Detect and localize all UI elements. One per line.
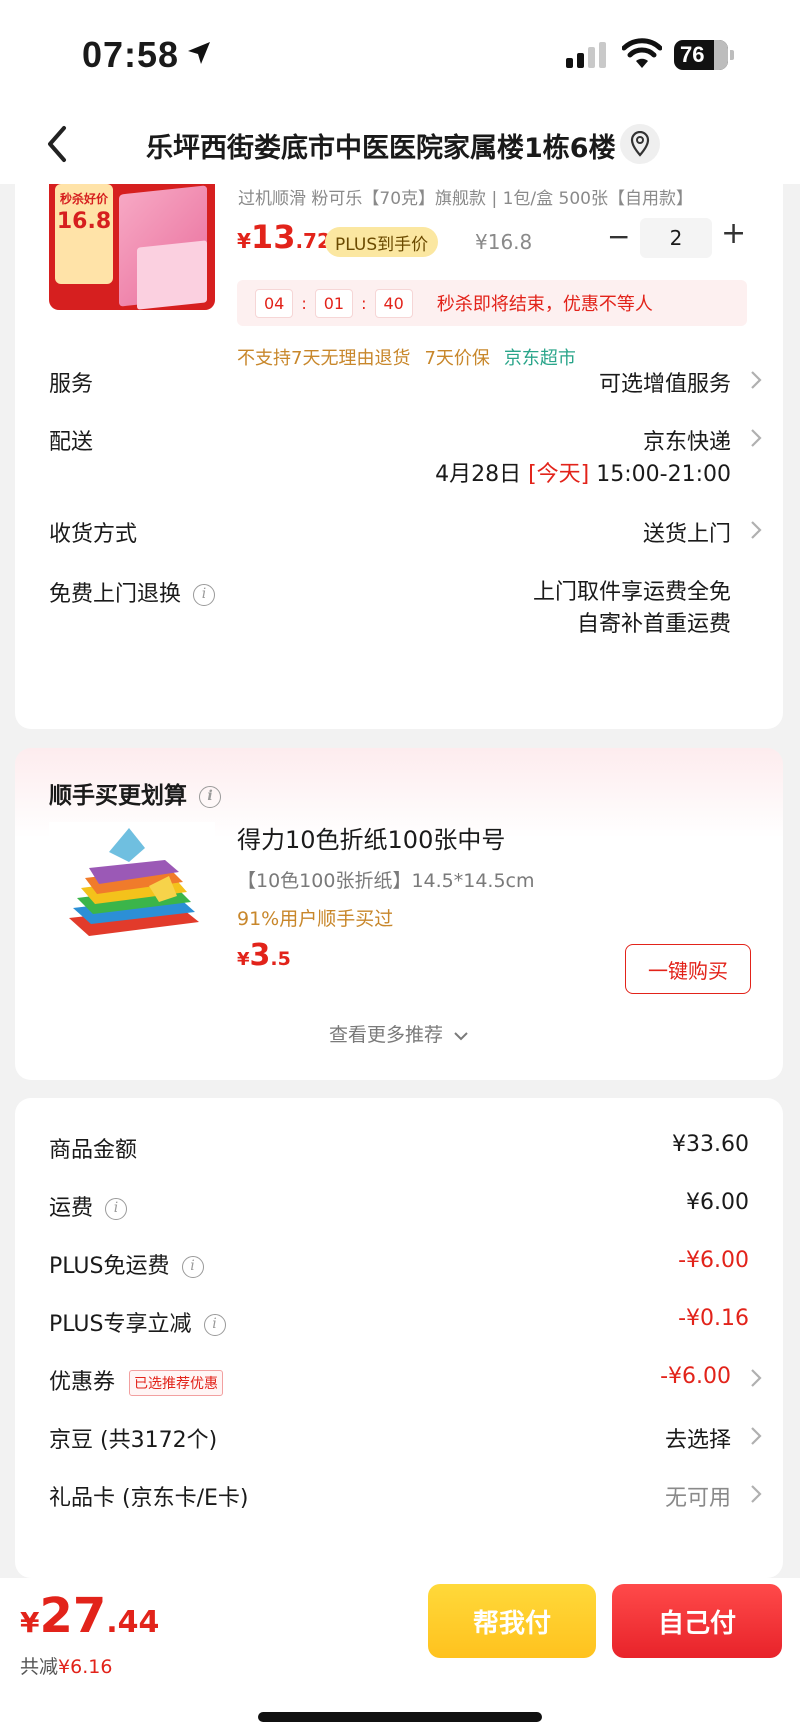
recommend-title: 顺手买更划算 i bbox=[49, 776, 221, 810]
nav-bar: 乐坪西街娄底市中医医院家属楼1栋6楼 bbox=[0, 104, 800, 184]
countdown-message: 秒杀即将结束，优惠不等人 bbox=[436, 294, 653, 315]
jingdou-label: 京豆 (共3172个) bbox=[49, 1428, 218, 1453]
info-icon[interactable]: i bbox=[203, 1314, 226, 1336]
promo-badge: 秒杀好价 16.8 bbox=[55, 184, 113, 284]
coupon-value[interactable]: -¥6.00 bbox=[660, 1364, 731, 1389]
info-icon[interactable]: i bbox=[199, 785, 221, 808]
price-summary-card: 商品金额 ¥33.60 运费 i ¥6.00 PLUS免运费 i -¥6.00 PL… bbox=[15, 1098, 783, 1578]
countdown-hours: 04 bbox=[255, 288, 294, 318]
checkout-bar: ¥27.44 共减¥6.16 帮我付 自己付 bbox=[0, 1578, 800, 1733]
info-icon[interactable]: i bbox=[105, 1198, 128, 1220]
coupon-label: 优惠券 已选推荐优惠 bbox=[49, 1364, 224, 1396]
recommend-product-image[interactable] bbox=[49, 822, 215, 962]
total-saved: 共减¥6.16 bbox=[20, 1656, 113, 1678]
info-icon[interactable]: i bbox=[193, 584, 216, 606]
recommend-card: 顺手买更划算 i 得力10色折纸100张中号 【10色100张折纸】14.5*14… bbox=[15, 748, 783, 1080]
chevron-down-icon bbox=[454, 1031, 468, 1040]
plus-free-shipping-value: -¥6.00 bbox=[678, 1248, 749, 1273]
product-spec: 过机顺滑 粉可乐【70克】旗舰款 | 1包/盒 500张【自用款】 bbox=[238, 189, 693, 209]
back-chevron-icon[interactable] bbox=[40, 122, 80, 166]
total-price: ¥27.44 bbox=[20, 1588, 160, 1644]
map-pin-icon[interactable] bbox=[620, 124, 660, 164]
home-indicator[interactable] bbox=[258, 1712, 542, 1722]
recommend-item-social: 91%用户顺手买过 bbox=[237, 908, 394, 930]
promo-badge-price: 16.8 bbox=[56, 209, 112, 234]
more-recommend-link[interactable]: 查看更多推荐 bbox=[15, 1020, 783, 1047]
chevron-right-icon[interactable] bbox=[749, 1425, 763, 1447]
shipping-label: 运费 i bbox=[49, 1190, 128, 1222]
friend-pay-button[interactable]: 帮我付 bbox=[428, 1584, 596, 1658]
gift-card-value[interactable]: 无可用 bbox=[665, 1480, 731, 1512]
coupon-recommended-tag: 已选推荐优惠 bbox=[129, 1370, 224, 1396]
product-image[interactable]: 秒杀好价 16.8 bbox=[49, 184, 215, 310]
store-tag: 京东超市 bbox=[503, 348, 576, 369]
free-return-label: 免费上门退换 i bbox=[49, 576, 216, 608]
delivery-value[interactable]: 京东快递 bbox=[643, 424, 731, 456]
quantity-input[interactable]: 2 bbox=[640, 218, 712, 258]
chevron-right-icon[interactable] bbox=[749, 1367, 763, 1389]
recommend-item-title[interactable]: 得力10色折纸100张中号 bbox=[237, 820, 505, 855]
status-bar: 07:58 76 bbox=[0, 0, 800, 104]
countdown-seconds: 40 bbox=[374, 288, 413, 318]
chevron-right-icon[interactable] bbox=[749, 369, 763, 391]
product-price: ¥13.72 bbox=[237, 218, 331, 256]
goods-amount-label: 商品金额 bbox=[49, 1138, 138, 1163]
cellular-signal-icon bbox=[566, 42, 606, 68]
plus-free-shipping-label: PLUS免运费 i bbox=[49, 1248, 204, 1280]
service-label: 服务 bbox=[49, 372, 94, 397]
order-item-card: 秒杀好价 16.8 过机顺滑 粉可乐【70克】旗舰款 | 1包/盒 500张【自… bbox=[15, 184, 783, 729]
promo-badge-title: 秒杀好价 bbox=[59, 192, 108, 206]
plus-price-tag: PLUS到手价 bbox=[325, 227, 439, 257]
price-protect-tag: 7天价保 bbox=[424, 348, 490, 369]
delivery-address-title[interactable]: 乐坪西街娄底市中医医院家属楼1栋6楼 bbox=[146, 126, 616, 165]
status-time: 07:58 bbox=[82, 34, 180, 75]
quantity-minus-button[interactable]: − bbox=[607, 220, 630, 253]
plus-discount-value: -¥0.16 bbox=[678, 1306, 749, 1331]
product-tags: 不支持7天无理由退货 7天价保 京东超市 bbox=[237, 344, 576, 370]
countdown-minutes: 01 bbox=[314, 288, 354, 318]
goods-amount-value: ¥33.60 bbox=[672, 1132, 749, 1157]
free-return-line2: 自寄补首重运费 bbox=[576, 612, 731, 637]
chevron-right-icon[interactable] bbox=[749, 1483, 763, 1505]
wifi-icon bbox=[622, 38, 662, 68]
no-return-tag: 不支持7天无理由退货 bbox=[237, 348, 411, 369]
chevron-right-icon[interactable] bbox=[749, 427, 763, 449]
service-value[interactable]: 可选增值服务 bbox=[599, 366, 731, 398]
recommend-item-spec: 【10色100张折纸】14.5*14.5cm bbox=[237, 870, 535, 892]
jingdou-value[interactable]: 去选择 bbox=[665, 1422, 731, 1454]
recommend-item-price: ¥3.5 bbox=[237, 938, 291, 973]
info-icon[interactable]: i bbox=[181, 1256, 204, 1278]
self-pay-button[interactable]: 自己付 bbox=[612, 1584, 782, 1658]
location-arrow-icon bbox=[188, 42, 210, 64]
original-price: ¥16.8 bbox=[475, 230, 533, 254]
chevron-right-icon[interactable] bbox=[749, 519, 763, 541]
delivery-schedule: 4月28日 [今天] 15:00-21:00 bbox=[435, 462, 731, 487]
delivery-label: 配送 bbox=[49, 430, 94, 455]
battery-level: 76 bbox=[680, 42, 705, 67]
receive-method-label: 收货方式 bbox=[49, 522, 138, 547]
receive-method-value[interactable]: 送货上门 bbox=[643, 516, 731, 548]
free-return-line1: 上门取件享运费全免 bbox=[532, 580, 731, 605]
flash-sale-countdown: 04 : 01 : 40 秒杀即将结束，优惠不等人 bbox=[237, 280, 747, 326]
battery-icon: 76 bbox=[674, 40, 734, 70]
one-click-buy-button[interactable]: 一键购买 bbox=[625, 944, 751, 994]
quantity-plus-button[interactable]: + bbox=[721, 216, 746, 251]
gift-card-label: 礼品卡 (京东卡/E卡) bbox=[49, 1486, 249, 1511]
plus-discount-label: PLUS专享立减 i bbox=[49, 1306, 226, 1338]
shipping-value: ¥6.00 bbox=[686, 1190, 749, 1215]
